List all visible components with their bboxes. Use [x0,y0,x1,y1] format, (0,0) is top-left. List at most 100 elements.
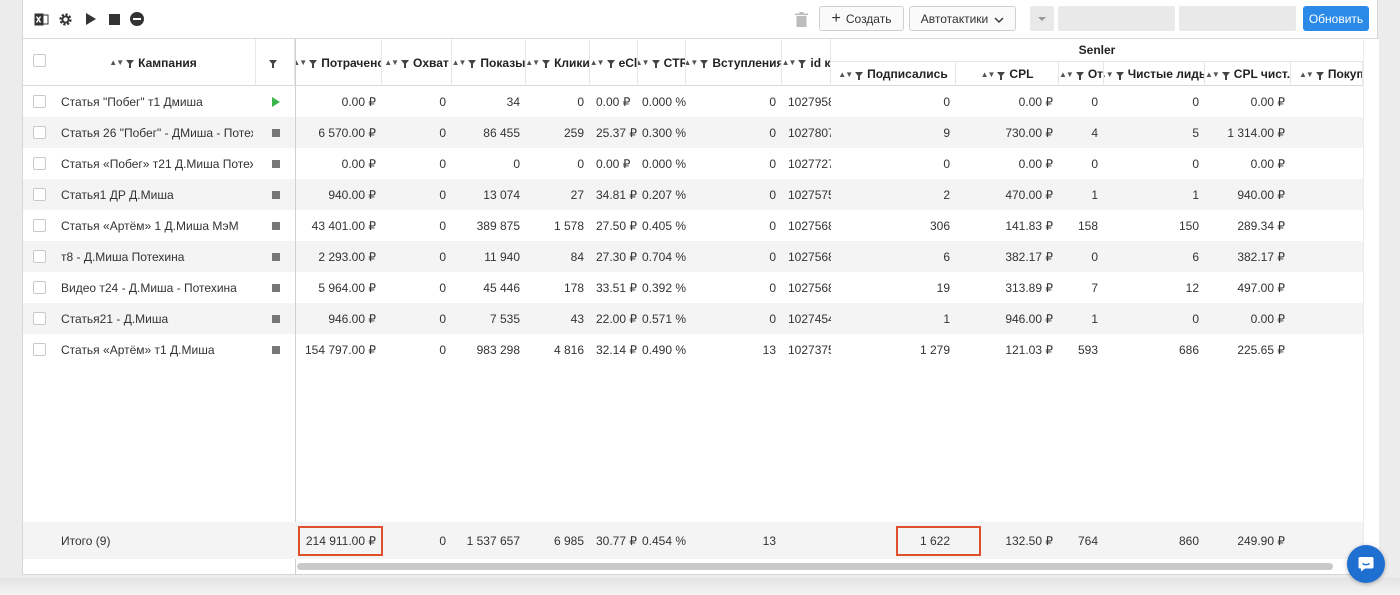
column-header-reach[interactable]: ▲▼Охват [382,39,452,86]
cell-impressions: 86 455 [452,117,526,148]
chat-icon[interactable] [1347,545,1385,583]
cell-clean-leads: 0 [1104,148,1205,179]
row-checkbox[interactable] [33,126,46,139]
campaign-name[interactable]: Статья21 - Д.Миша [61,303,253,334]
refresh-button[interactable]: Обновить [1303,6,1369,31]
trash-icon[interactable] [793,11,809,27]
campaign-name[interactable]: Видео т24 - Д.Миша - Потехина [61,272,253,303]
create-button[interactable]: + Создать [819,6,904,31]
row-checkbox[interactable] [33,188,46,201]
stop-status-icon[interactable] [256,210,295,241]
column-header-impressions[interactable]: ▲▼Показы [452,39,526,86]
date-to-field[interactable] [1179,6,1296,31]
table-row[interactable]: т8 - Д.Миша Потехина2 293.00 ₽011 940842… [23,241,1363,272]
row-checkbox[interactable] [33,157,46,170]
column-header-clean-leads[interactable]: ▲▼Чистые лиды [1104,62,1205,86]
vertical-scrollbar[interactable] [1363,39,1379,575]
column-header-subscribed[interactable]: ▲▼Подписались [831,62,956,86]
column-header-ctr[interactable]: ▲▼CTR [638,39,686,86]
cell-spent: 940.00 ₽ [296,179,382,210]
stop-icon [272,315,280,323]
row-checkbox[interactable] [33,250,46,263]
column-header-clicks[interactable]: ▲▼Клики [526,39,590,86]
column-header-joins[interactable]: ▲▼Вступления [686,39,782,86]
cell-id: 1027727 [788,148,831,179]
table-row[interactable]: Статья 26 "Побег" - ДМиша - Потехина6 57… [23,117,1363,148]
table-row[interactable]: Видео т24 - Д.Миша - Потехина5 964.00 ₽0… [23,272,1363,303]
cell-ecpc: 33.51 ₽ [596,272,644,303]
minus-circle-icon[interactable] [129,11,145,27]
filter-icon [855,72,863,77]
cell-subscribed: 306 [831,210,956,241]
cell-cpl: 470.00 ₽ [956,179,1059,210]
row-checkbox[interactable] [33,95,46,108]
stop-icon[interactable] [106,11,122,27]
filter-icon [607,60,615,65]
campaign-name[interactable]: Статья "Побег" т1 Дмиша [61,86,253,117]
select-all-checkbox[interactable] [33,54,46,67]
totals-joins: 13 [686,522,782,559]
column-header-from[interactable]: ▲▼От [1059,62,1104,86]
stop-status-icon[interactable] [256,272,295,303]
gear-icon[interactable] [57,11,73,27]
cell-id: 1027375 [788,334,831,365]
filter-icon [700,60,708,65]
column-header-id[interactable]: ▲▼id к [782,39,831,86]
stop-status-icon[interactable] [256,179,295,210]
cell-from: 4 [1059,117,1104,148]
cell-clean-leads: 5 [1104,117,1205,148]
cell-joins: 0 [686,117,782,148]
column-header-spent[interactable]: ▲▼Потрачено [296,39,382,86]
cell-clean-leads: 0 [1104,303,1205,334]
cell-id: 1027568 [788,210,831,241]
table-row[interactable]: Статья1 ДР Д.Миша940.00 ₽013 0742734.81 … [23,179,1363,210]
column-header-cpl-clean[interactable]: ▲▼CPL чист. [1205,62,1291,86]
filter-icon [1316,72,1324,77]
table-row[interactable]: Статья «Артём» 1 Д.Миша МэМ43 401.00 ₽03… [23,210,1363,241]
cell-spent: 43 401.00 ₽ [296,210,382,241]
campaign-name[interactable]: т8 - Д.Миша Потехина [61,241,253,272]
horizontal-scrollbar[interactable] [297,563,1333,570]
stop-status-icon[interactable] [256,241,295,272]
cell-cpl: 946.00 ₽ [956,303,1059,334]
cell-impressions: 7 535 [452,303,526,334]
cell-subscribed: 1 [831,303,956,334]
campaign-name[interactable]: Статья1 ДР Д.Миша [61,179,253,210]
campaign-name[interactable]: Статья «Артём» 1 Д.Миша МэМ [61,210,253,241]
sort-icon: ▲▼ [981,70,995,79]
stop-status-icon[interactable] [256,303,295,334]
campaign-name[interactable]: Статья 26 "Побег" - ДМиша - Потехина [61,117,253,148]
column-header-cpl[interactable]: ▲▼CPL [956,62,1059,86]
play-status-icon[interactable] [256,86,295,117]
stop-status-icon[interactable] [256,148,295,179]
campaign-name[interactable]: Статья «Артём» т1 Д.Миша [61,334,253,365]
row-checkbox[interactable] [33,219,46,232]
campaign-name[interactable]: Статья «Побег» т21 Д.Миша Потехина [61,148,253,179]
column-header-status-filter[interactable] [256,39,295,86]
stop-status-icon[interactable] [256,117,295,148]
cell-ecpc: 32.14 ₽ [596,334,644,365]
cell-clicks: 84 [526,241,590,272]
column-header-campaign[interactable]: ▲▼Кампания [51,39,256,86]
row-checkbox[interactable] [33,281,46,294]
excel-icon[interactable] [33,11,49,27]
cell-spent: 2 293.00 ₽ [296,241,382,272]
column-header-ecpc[interactable]: ▲▼eCl [590,39,638,86]
play-icon [272,97,280,107]
play-icon[interactable] [83,11,99,27]
autotactics-dropdown[interactable]: Автотактики [909,6,1016,31]
cell-impressions: 34 [452,86,526,117]
row-checkbox[interactable] [33,343,46,356]
date-from-field[interactable] [1058,6,1175,31]
table-row[interactable]: Статья "Побег" т1 Дмиша0.00 ₽03400.00 ₽0… [23,86,1363,117]
column-header-purchases[interactable]: ▲▼Покупа [1291,62,1363,86]
stop-status-icon[interactable] [256,334,295,365]
table-row[interactable]: Статья «Артём» т1 Д.Миша154 797.00 ₽0983… [23,334,1363,365]
row-checkbox[interactable] [33,312,46,325]
cell-reach: 0 [382,241,452,272]
frozen-column-separator [295,39,296,575]
filter-select-toggle[interactable] [1030,6,1054,31]
table-row[interactable]: Статья «Побег» т21 Д.Миша Потехина0.00 ₽… [23,148,1363,179]
table-row[interactable]: Статья21 - Д.Миша946.00 ₽07 5354322.00 ₽… [23,303,1363,334]
cell-cpl: 730.00 ₽ [956,117,1059,148]
